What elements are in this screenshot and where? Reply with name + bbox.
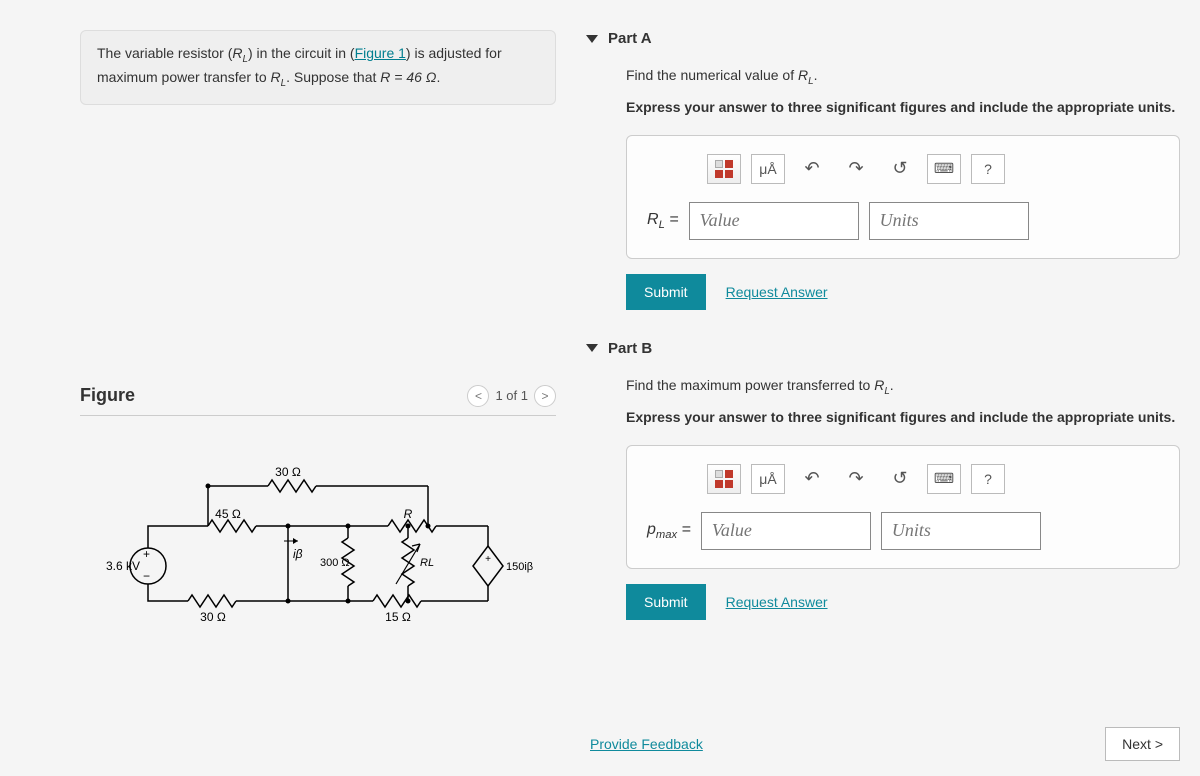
circuit-diagram: + − + 30 Ω 45 Ω R 3.6 kV iβ 300 Ω RL 150… [80,466,556,626]
part-a-answer-box: μÅ ↶ ↷ ↺ ⌨ ? RL = [626,135,1180,259]
svg-text:30 Ω: 30 Ω [200,610,226,624]
collapse-icon [586,344,598,352]
part-b-request-answer-link[interactable]: Request Answer [726,594,828,610]
figure-next-button[interactable]: > [534,385,556,407]
undo-button[interactable]: ↶ [795,464,829,494]
part-b-prompt: Find the maximum power transferred to RL… [626,377,1180,397]
part-a-units-input[interactable] [869,202,1029,240]
svg-text:45 Ω: 45 Ω [215,507,241,521]
figure-prev-button[interactable]: < [467,385,489,407]
part-a-submit-button[interactable]: Submit [626,274,706,310]
part-b-header[interactable]: Part B [586,340,1180,357]
provide-feedback-link[interactable]: Provide Feedback [590,736,703,752]
svg-text:−: − [143,569,150,583]
part-a-instruction: Express your answer to three significant… [626,99,1180,115]
redo-button[interactable]: ↷ [839,154,873,184]
special-chars-button[interactable]: μÅ [751,464,785,494]
problem-statement: The variable resistor (RL) in the circui… [80,30,556,105]
reset-button[interactable]: ↺ [883,464,917,494]
redo-button[interactable]: ↷ [839,464,873,494]
collapse-icon [586,35,598,43]
part-b-title: Part B [608,340,652,357]
figure-link[interactable]: Figure 1 [355,45,406,61]
part-b-units-input[interactable] [881,512,1041,550]
special-chars-button[interactable]: μÅ [751,154,785,184]
undo-button[interactable]: ↶ [795,154,829,184]
svg-text:300 Ω: 300 Ω [320,557,350,569]
svg-text:iβ: iβ [293,547,303,561]
figure-page-indicator: 1 of 1 [495,388,528,403]
svg-text:30 Ω: 30 Ω [275,466,301,479]
svg-text:+: + [143,547,150,561]
svg-text:3.6 kV: 3.6 kV [106,559,140,573]
svg-text:+: + [485,554,491,565]
part-b-submit-button[interactable]: Submit [626,584,706,620]
help-button[interactable]: ? [971,154,1005,184]
svg-text:150iβ: 150iβ [506,561,533,573]
keyboard-button[interactable]: ⌨ [927,464,961,494]
templates-button[interactable] [707,464,741,494]
part-b-value-input[interactable] [701,512,871,550]
svg-text:R: R [404,507,413,521]
part-a-value-input[interactable] [689,202,859,240]
keyboard-button[interactable]: ⌨ [927,154,961,184]
part-a-title: Part A [608,30,652,47]
templates-button[interactable] [707,154,741,184]
part-a-header[interactable]: Part A [586,30,1180,47]
svg-text:15 Ω: 15 Ω [385,610,411,624]
part-a-variable: RL = [647,211,679,231]
help-button[interactable]: ? [971,464,1005,494]
next-button[interactable]: Next > [1105,727,1180,761]
problem-text: The variable resistor ( [97,45,232,61]
part-a-prompt: Find the numerical value of RL. [626,67,1180,87]
part-b-instruction: Express your answer to three significant… [626,409,1180,425]
reset-button[interactable]: ↺ [883,154,917,184]
part-b-answer-box: μÅ ↶ ↷ ↺ ⌨ ? pmax = [626,445,1180,569]
figure-title: Figure [80,385,135,406]
part-b-variable: pmax = [647,521,691,541]
part-a-request-answer-link[interactable]: Request Answer [726,284,828,300]
svg-text:RL: RL [420,557,434,569]
